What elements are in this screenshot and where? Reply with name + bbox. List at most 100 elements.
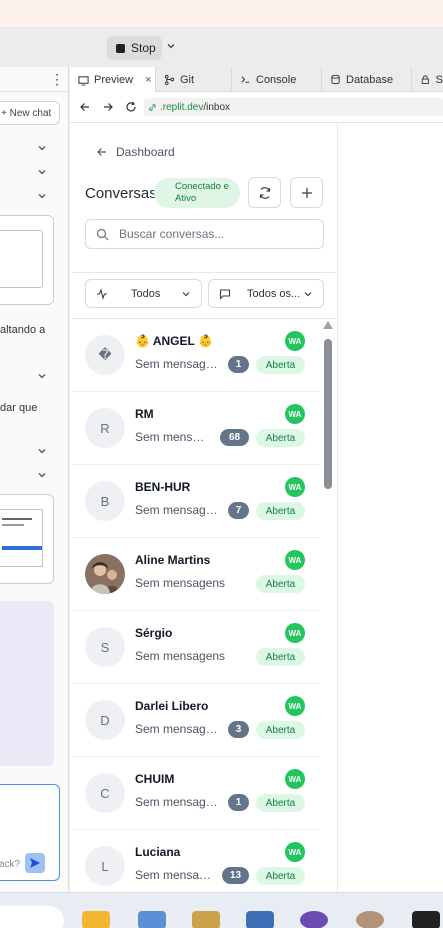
send-button[interactable] [25,853,45,873]
last-message-preview: Sem mensage... [135,722,219,736]
contact-name: Luciana [135,845,181,859]
page-title: Conversas [85,185,157,202]
app-icon[interactable] [412,911,440,928]
screenshot-card[interactable] [0,494,54,584]
scroll-up-arrow-icon[interactable] [323,321,333,329]
unread-count-badge: 13 [222,867,249,884]
whatsapp-badge: WA [285,623,305,643]
conversation-row[interactable]: C CHUIM Sem mensagens WA 1 Aberta [72,757,320,830]
conversation-row[interactable]: D Darlei Libero Sem mensage... WA 3 Aber… [72,684,320,757]
app-icon[interactable] [138,911,166,928]
lock-icon [421,75,429,84]
chevron-down-icon[interactable] [36,469,48,481]
last-message-preview: Sem mensagens [135,357,219,371]
whatsapp-badge: WA [285,404,305,424]
dashboard-back-link[interactable]: Dashboard [96,145,175,159]
status-badge: Aberta [256,721,305,739]
contact-name: 👶 ANGEL 👶 [135,334,213,348]
stop-icon [116,43,125,53]
preview-url-bar: .replit.dev/inbox [70,92,443,123]
chevron-down-icon[interactable] [36,445,48,457]
last-message-preview: Sem mensag... [135,868,215,882]
search-input[interactable] [119,227,309,241]
contact-name: CHUIM [135,772,175,786]
agent-chat-panel: ⋮ + New chat altando a dar que ack? [0,67,69,892]
status-badge: Aberta [256,648,305,666]
forward-arrow-icon[interactable] [102,101,114,113]
window-top-strip [0,0,443,27]
taskbar-search[interactable] [0,906,64,928]
inbox-app: Dashboard Conversas Conectado e Ativo To… [70,123,443,892]
avatar: S [85,627,125,667]
unread-count-badge: 68 [220,429,249,446]
git-icon [164,74,175,85]
activity-filter-select[interactable]: Todos [85,279,202,308]
last-message-preview: Sem mensagens [135,576,226,590]
status-badge: Aberta [256,867,305,885]
attachment-card[interactable] [0,215,54,305]
conversation-row[interactable]: � 👶 ANGEL 👶 Sem mensagens WA 1 Aberta [72,319,320,392]
whatsapp-badge: WA [285,842,305,862]
more-options-icon[interactable]: ⋮ [50,71,64,88]
search-field[interactable] [85,219,324,249]
chevron-down-icon[interactable] [165,40,177,52]
whatsapp-badge: WA [285,769,305,789]
avatar: � [85,335,125,375]
conversation-row[interactable]: Aline Martins Sem mensagens WA Aberta [72,538,320,611]
folder-icon[interactable] [82,911,110,928]
stop-button[interactable]: Stop [107,36,162,60]
url-path: /inbox [203,101,231,113]
activity-icon [97,287,107,300]
last-message-preview: Sem mensag... [135,430,211,444]
new-conversation-button[interactable] [290,177,323,208]
plus-icon [301,187,312,198]
tab-label: Database [346,73,394,86]
back-arrow-icon[interactable] [79,101,91,113]
status-badge: Aberta [256,356,305,374]
avatar: C [85,773,125,813]
conversation-detail-pane [338,123,443,892]
chevron-down-icon[interactable] [36,190,48,202]
refresh-icon [259,186,270,199]
close-icon[interactable]: × [145,74,151,86]
workspace-tabs: Preview × Git Console Database S [70,67,443,93]
tab-git[interactable]: Git [156,67,232,92]
profile-photo [85,554,125,594]
browser-profile-icon[interactable] [356,911,384,928]
channel-filter-select[interactable]: Todos os... [208,279,324,308]
chat-input[interactable]: ack? [0,784,60,881]
tab-console[interactable]: Console [232,67,322,92]
url-input[interactable]: .replit.dev/inbox [144,98,443,116]
tab-label: S [435,73,443,86]
chevron-down-icon[interactable] [36,370,48,382]
divider [0,91,68,92]
tab-preview[interactable]: Preview × [70,67,156,93]
new-chat-button[interactable]: + New chat [0,101,60,125]
tab-database[interactable]: Database [322,67,412,92]
refresh-button[interactable] [248,177,281,208]
terminal-icon [241,76,250,83]
message-square-icon [219,288,231,300]
conversation-row[interactable]: R RM Sem mensag... WA 68 Aberta [72,392,320,465]
refresh-icon[interactable] [125,101,137,113]
lock-app-icon[interactable] [192,911,220,928]
chevron-down-icon[interactable] [36,142,48,154]
scrollbar[interactable] [322,319,334,892]
tab-secrets[interactable]: S [412,67,443,92]
conversation-row[interactable]: S Sérgio Sem mensagens WA Aberta [72,611,320,684]
filter-label: Todos [131,287,161,300]
whatsapp-badge: WA [285,696,305,716]
whatsapp-badge: WA [285,550,305,570]
conversation-row[interactable]: L Luciana Sem mensag... WA 13 Aberta [72,830,320,892]
send-icon [30,858,40,868]
unread-count-badge: 7 [228,502,249,519]
browser-profile-icon[interactable] [300,911,328,928]
avatar-photo [85,554,125,594]
os-taskbar [0,892,443,928]
scrollbar-thumb[interactable] [324,339,332,489]
chevron-down-icon[interactable] [36,166,48,178]
conversations-panel: Dashboard Conversas Conectado e Ativo To… [72,123,338,892]
agent-message-block [0,601,54,766]
conversation-row[interactable]: B BEN-HUR Sem mensage... WA 7 Aberta [72,465,320,538]
notepad-icon[interactable] [246,911,274,928]
